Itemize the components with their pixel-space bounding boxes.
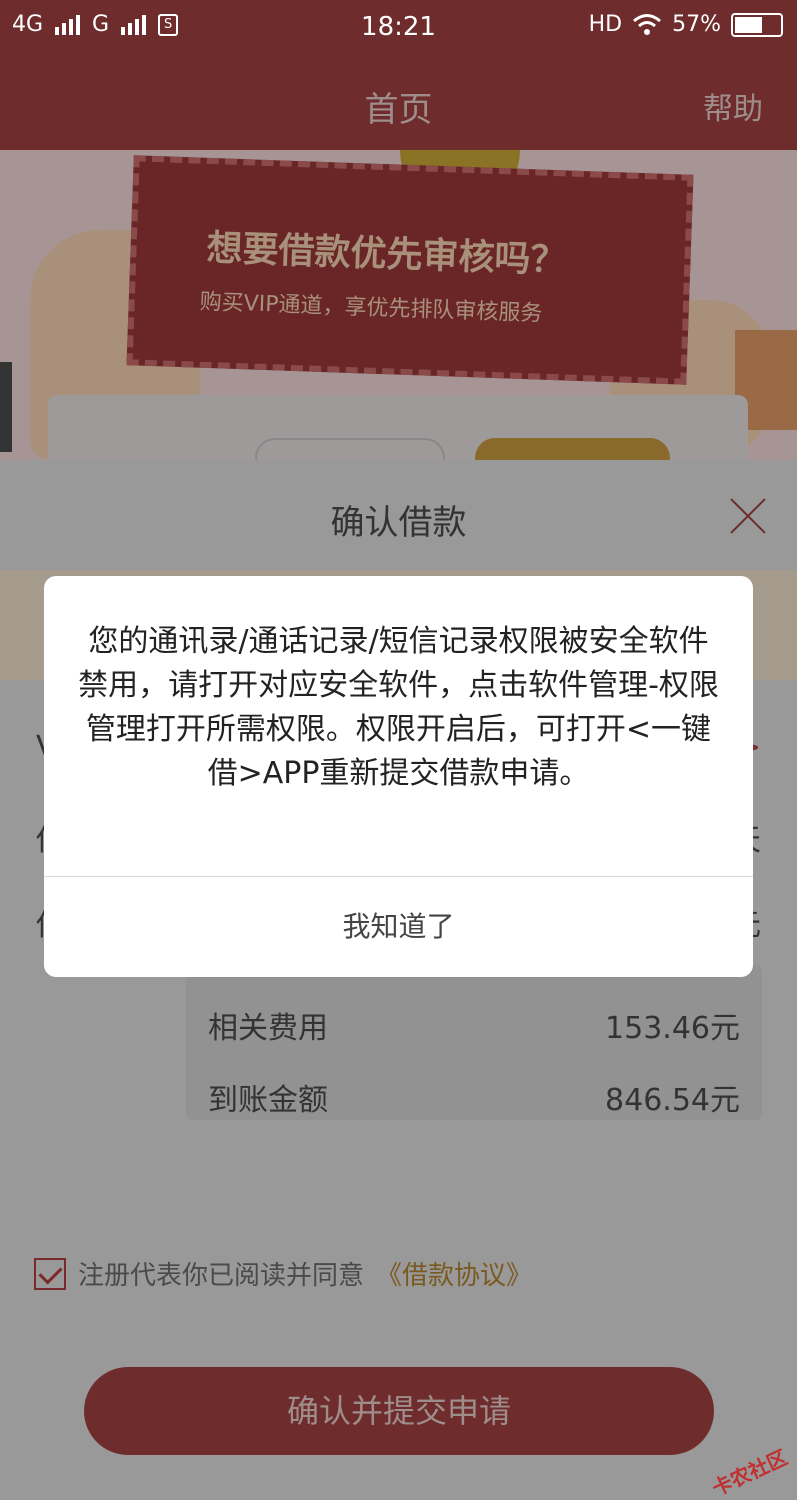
vip-ticket: 想要借款优先审核吗？ 购买VIP通道，享优先排队审核服务 — [126, 155, 694, 385]
received-label: 到账金额 — [208, 1083, 328, 1118]
fee-value: 153.46元 — [605, 1011, 740, 1046]
edge-graphic — [0, 362, 12, 452]
status-right: HD 57% — [589, 12, 783, 37]
banner-pill-filled[interactable] — [475, 438, 670, 460]
sheet-title: 确认借款 — [330, 503, 467, 543]
loan-agreement-link[interactable]: 《借款协议》 — [376, 1255, 532, 1292]
received-value: 846.54元 — [605, 1083, 740, 1118]
page-title: 首页 — [364, 90, 433, 130]
hd-indicator: HD — [588, 12, 623, 37]
fee-summary: 相关费用 153.46元 到账金额 846.54元 — [186, 965, 762, 1120]
submit-button[interactable]: 确认并提交申请 — [84, 1367, 714, 1455]
agree-checkbox[interactable] — [34, 1257, 66, 1290]
agreement-text: 注册代表你已阅读并同意 — [78, 1261, 365, 1291]
dialog-message: 您的通讯录/通话记录/短信记录权限被安全软件禁用，请打开对应安全软件，点击软件管… — [78, 624, 719, 791]
battery-percent: 57% — [672, 12, 721, 37]
promo-banner[interactable]: 想要借款优先审核吗？ 购买VIP通道，享优先排队审核服务 — [0, 150, 797, 460]
banner-headline: 想要借款优先审核吗？ — [205, 227, 568, 282]
acknowledge-button[interactable]: 我知道了 — [44, 877, 753, 977]
permission-dialog: 您的通讯录/通话记录/短信记录权限被安全软件禁用，请打开对应安全软件，点击软件管… — [44, 576, 753, 977]
help-button[interactable]: 帮助 — [703, 84, 763, 128]
agreement-row: 注册代表你已阅读并同意 《借款协议》 — [34, 1255, 532, 1292]
battery-icon — [731, 12, 783, 37]
fee-label: 相关费用 — [208, 1011, 328, 1046]
app-header: 首页 帮助 — [0, 56, 797, 150]
close-icon[interactable] — [728, 496, 768, 536]
banner-pill-outline[interactable] — [255, 438, 445, 460]
status-bar: 4G G S 18:21 HD 57% — [0, 0, 797, 56]
wifi-icon — [633, 13, 662, 35]
banner-subline: 购买VIP通道，享优先排队审核服务 — [199, 289, 543, 327]
